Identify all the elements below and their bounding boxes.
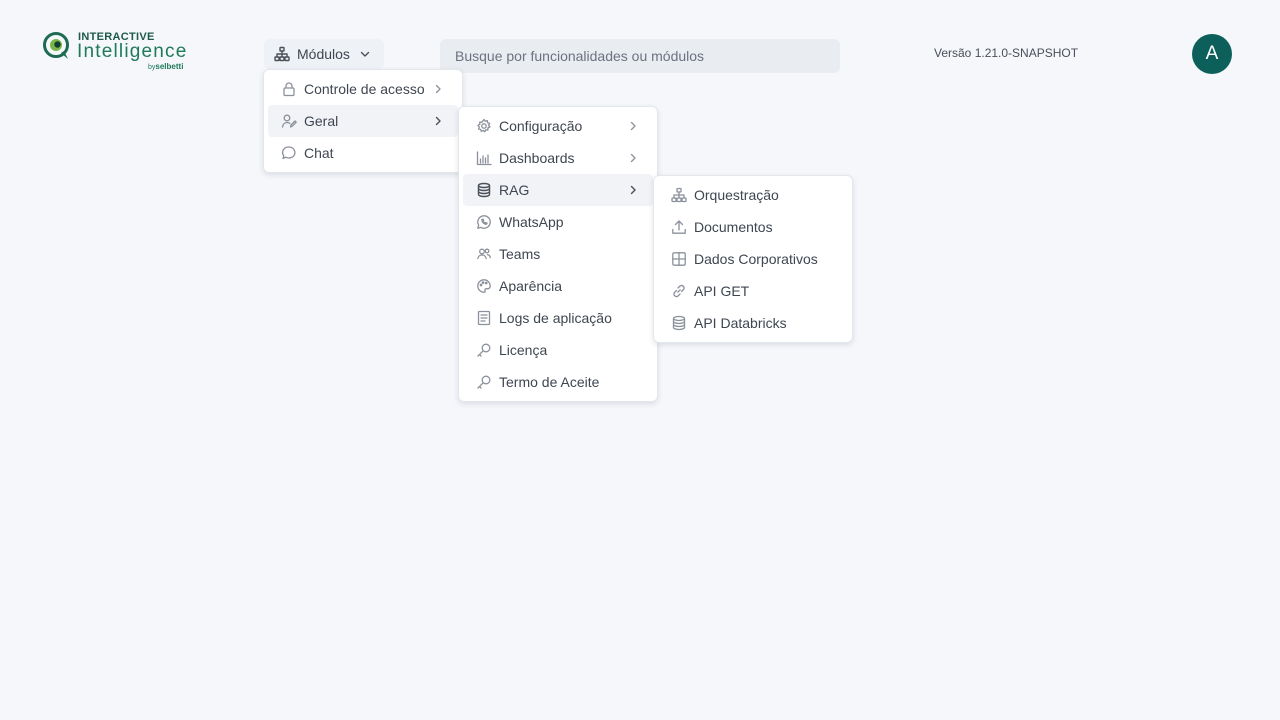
brand-byline: byselbetti	[148, 62, 183, 71]
chevron-right-icon	[630, 121, 636, 131]
chevron-right-icon	[435, 116, 441, 126]
menu-item-termo-de-aceite[interactable]: Termo de Aceite	[463, 366, 653, 398]
menu-item-label: Documentos	[694, 219, 773, 235]
menu-item-chat[interactable]: Chat	[268, 137, 458, 169]
key-icon	[477, 343, 491, 357]
sitemap-icon	[274, 46, 290, 62]
menu-item-label: API Databricks	[694, 315, 787, 331]
menu-item-whatsapp[interactable]: WhatsApp	[463, 206, 653, 238]
modules-dropdown: Controle de acesso Geral Chat	[263, 69, 463, 173]
menu-item-label: Termo de Aceite	[499, 374, 600, 390]
menu-item-label: Licença	[499, 342, 548, 358]
rag-submenu: Orquestração Documentos Dados Corporativ…	[653, 175, 853, 343]
menu-item-label: API GET	[694, 283, 750, 299]
link-icon	[673, 284, 685, 298]
whatsapp-icon	[477, 215, 491, 229]
chat-bubble-icon	[281, 146, 296, 160]
menu-item-dashboards[interactable]: Dashboards	[463, 142, 653, 174]
logo-mark-icon	[43, 32, 69, 59]
menu-item-label: RAG	[499, 182, 530, 198]
chevron-right-icon	[435, 84, 441, 94]
upload-icon	[672, 220, 686, 234]
brand-company: selbetti	[155, 62, 184, 71]
menu-item-label: Configuração	[499, 118, 583, 134]
menu-item-label: Controle de acesso	[304, 81, 425, 97]
user-avatar[interactable]: A	[1192, 34, 1232, 74]
menu-item-label: Orquestração	[694, 187, 779, 203]
menu-item-orquestracao[interactable]: Orquestração	[658, 179, 848, 211]
menu-item-label: Aparência	[499, 278, 563, 294]
menu-item-label: Dashboards	[499, 150, 575, 166]
menu-item-rag[interactable]: RAG	[463, 174, 653, 206]
menu-item-teams[interactable]: Teams	[463, 238, 653, 270]
modules-label: Módulos	[297, 46, 350, 62]
user-edit-icon	[281, 114, 297, 128]
chevron-right-icon	[630, 185, 636, 195]
bar-chart-icon	[476, 151, 492, 166]
menu-item-controle-de-acesso[interactable]: Controle de acesso	[268, 73, 458, 105]
sitemap-icon	[671, 187, 687, 203]
database-icon	[477, 182, 491, 198]
menu-item-dados-corporativos[interactable]: Dados Corporativos	[658, 243, 848, 275]
menu-item-logs-de-aplicacao[interactable]: Logs de aplicação	[463, 302, 653, 334]
menu-item-label: WhatsApp	[499, 214, 564, 230]
search-input[interactable]	[453, 47, 827, 65]
menu-item-api-databricks[interactable]: API Databricks	[658, 307, 848, 339]
menu-item-documentos[interactable]: Documentos	[658, 211, 848, 243]
log-list-icon	[477, 310, 491, 326]
key-icon	[477, 375, 491, 389]
chevron-down-icon	[360, 51, 370, 57]
menu-item-api-get[interactable]: API GET	[658, 275, 848, 307]
table-grid-icon	[672, 252, 686, 266]
database-icon	[672, 315, 686, 331]
menu-item-label: Geral	[304, 113, 339, 129]
menu-item-licenca[interactable]: Licença	[463, 334, 653, 366]
search-box[interactable]	[440, 39, 840, 73]
users-icon	[477, 248, 491, 260]
brand-logo[interactable]: INTERACTIVE Intelligence byselbetti	[42, 30, 192, 74]
palette-icon	[477, 279, 491, 293]
lock-icon	[283, 82, 295, 97]
version-label: Versão 1.21.0-SNAPSHOT	[934, 46, 1079, 60]
menu-item-label: Logs de aplicação	[499, 310, 612, 326]
brand-line2: Intelligence	[77, 41, 188, 62]
chevron-right-icon	[630, 153, 636, 163]
menu-item-label: Dados Corporativos	[694, 251, 818, 267]
menu-item-label: Chat	[304, 145, 334, 161]
menu-item-configuracao[interactable]: Configuração	[463, 110, 653, 142]
modules-menu-button[interactable]: Módulos	[264, 39, 384, 69]
menu-item-aparencia[interactable]: Aparência	[463, 270, 653, 302]
menu-item-label: Teams	[499, 246, 541, 262]
geral-submenu: Configuração Dashboards RAG WhatsApp Tea…	[458, 106, 658, 402]
gear-icon	[477, 118, 491, 133]
menu-item-geral[interactable]: Geral	[268, 105, 458, 137]
